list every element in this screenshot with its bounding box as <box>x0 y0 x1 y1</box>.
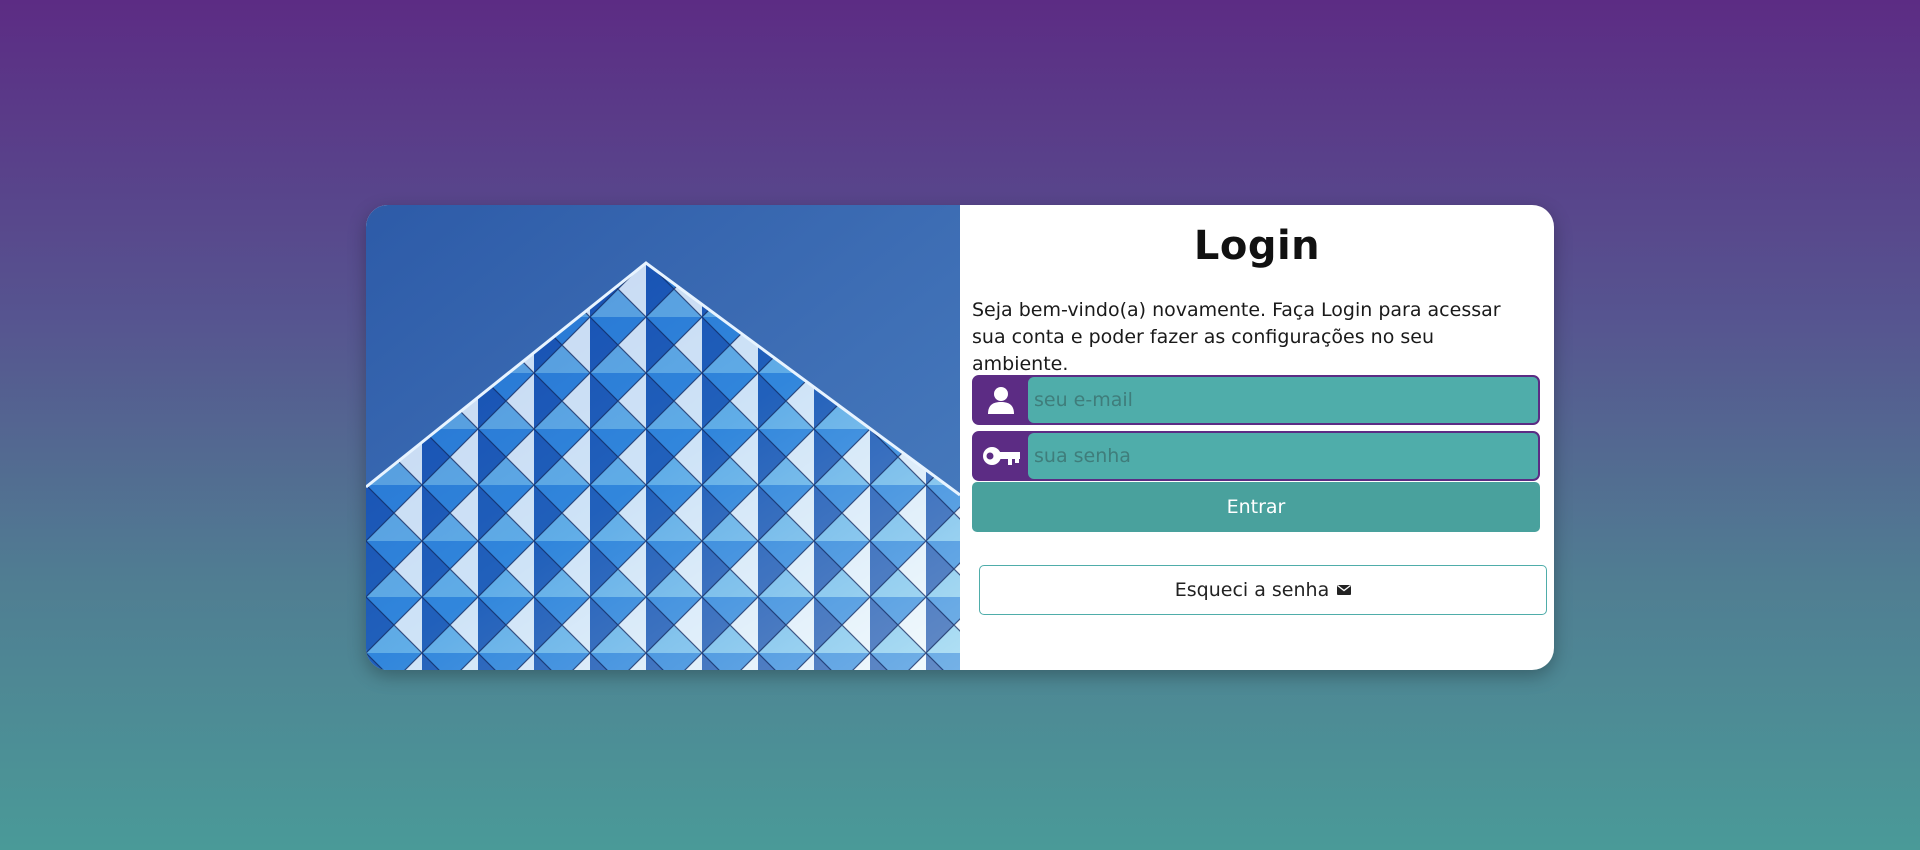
welcome-text: Seja bem-vindo(a) novamente. Faça Login … <box>972 299 1501 375</box>
email-input-group <box>972 375 1540 425</box>
forgot-password-button[interactable]: Esqueci a senha <box>979 565 1547 615</box>
user-icon <box>974 377 1028 423</box>
page-title: Login <box>1193 223 1321 269</box>
building-facade-photo <box>366 205 960 670</box>
login-form: Login Seja bem-vindo(a) novamente. Faça … <box>960 205 1554 670</box>
key-icon <box>974 433 1028 479</box>
forgot-password-label: Esqueci a senha <box>1174 579 1330 601</box>
login-button[interactable]: Entrar <box>972 482 1540 532</box>
email-field[interactable] <box>1028 377 1538 423</box>
password-input-group <box>972 431 1540 481</box>
envelope-icon <box>1337 584 1352 596</box>
password-field[interactable] <box>1028 433 1538 479</box>
login-card: Login Seja bem-vindo(a) novamente. Faça … <box>366 205 1554 670</box>
building-facade-image <box>366 205 960 670</box>
